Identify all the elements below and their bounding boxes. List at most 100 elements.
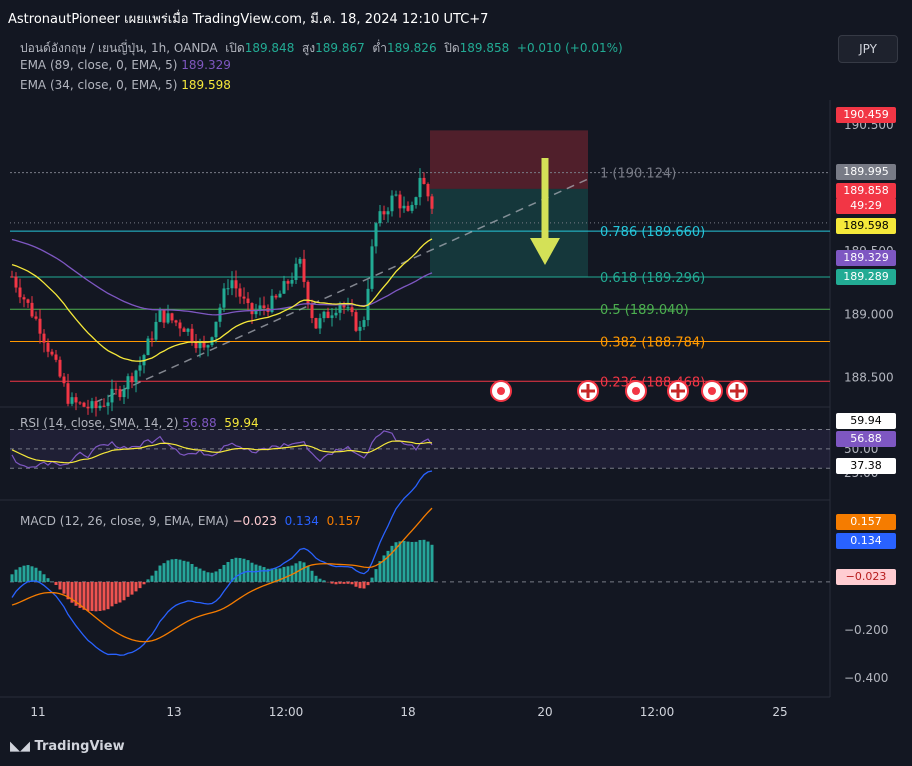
fib-label: 0.382 (188.784) bbox=[600, 335, 705, 350]
price-badge: 190.459 bbox=[836, 107, 896, 123]
macd-hist-bar bbox=[30, 566, 34, 582]
price-tick: 188.500 bbox=[844, 370, 894, 384]
macd-legend: MACD (12, 26, close, 9, EMA, EMA) −0.023… bbox=[20, 514, 361, 528]
macd-hist-bar bbox=[254, 564, 258, 582]
candle-body bbox=[382, 211, 386, 215]
macd-hist-bar bbox=[318, 578, 322, 582]
time-tick: 12:00 bbox=[269, 705, 304, 719]
candle-body bbox=[70, 397, 74, 404]
time-tick: 18 bbox=[400, 705, 415, 719]
candle-body bbox=[86, 406, 90, 409]
candle-body bbox=[406, 205, 410, 211]
candle-body bbox=[294, 263, 298, 280]
candle-body bbox=[170, 313, 174, 321]
macd-hist-bar bbox=[146, 579, 150, 582]
candle-body bbox=[278, 293, 282, 298]
macd-hist-bar bbox=[114, 581, 118, 604]
macd-hist-bar bbox=[182, 560, 186, 582]
macd-hist-bar bbox=[430, 544, 434, 582]
tradingview-logo: ◣◢ TradingView bbox=[10, 739, 125, 754]
candle-body bbox=[242, 296, 246, 299]
macd-hist-bar bbox=[62, 581, 66, 594]
macd-hist-value: −0.023 bbox=[232, 514, 277, 528]
macd-signal-value: 0.157 bbox=[326, 514, 361, 528]
macd-hist-bar bbox=[162, 563, 166, 582]
candle-body bbox=[82, 402, 86, 407]
macd-hist-bar bbox=[58, 581, 62, 590]
candle-body bbox=[78, 402, 82, 404]
candle-body bbox=[222, 288, 226, 308]
macd-hist-bar bbox=[14, 569, 18, 582]
candle-body bbox=[386, 211, 390, 215]
chart-canvas[interactable]: 1 (190.124) 0.786 (189.660) 0.618 (189.296… bbox=[0, 0, 912, 766]
macd-hist-bar bbox=[198, 568, 202, 582]
macd-hist-bar bbox=[118, 581, 122, 603]
macd-hist-bar bbox=[338, 581, 342, 584]
fib-label: 1 (190.124) bbox=[600, 167, 676, 182]
candle-body bbox=[226, 288, 230, 290]
candle-body bbox=[94, 401, 98, 409]
macd-hist-bar bbox=[334, 581, 338, 585]
candle-body bbox=[90, 401, 94, 409]
macd-hist-bar bbox=[362, 581, 366, 589]
candle-body bbox=[42, 333, 46, 343]
macd-hist-bar bbox=[202, 570, 206, 582]
candle-body bbox=[178, 322, 182, 329]
macd-hist-bar bbox=[142, 581, 146, 585]
macd-hist-bar bbox=[106, 581, 110, 610]
candle-body bbox=[206, 345, 210, 348]
macd-hist-bar bbox=[122, 581, 126, 601]
candle-body bbox=[182, 328, 186, 332]
macd-hist-bar bbox=[322, 580, 326, 582]
jp-flag-icon bbox=[632, 387, 640, 395]
macd-hist-bar bbox=[186, 561, 190, 582]
fib-label: 0.618 (189.296) bbox=[600, 271, 705, 286]
macd-hist-bar bbox=[46, 578, 50, 582]
candle-body bbox=[214, 321, 218, 338]
macd-hist-bar bbox=[282, 566, 286, 582]
macd-hist-bar bbox=[130, 581, 134, 595]
candle-body bbox=[174, 320, 178, 323]
target-zone bbox=[430, 188, 588, 277]
candle-body bbox=[330, 315, 334, 318]
macd-tick: −0.200 bbox=[844, 623, 888, 637]
candle-body bbox=[106, 402, 110, 406]
macd-hist-bar bbox=[18, 567, 22, 582]
candle-body bbox=[150, 338, 154, 340]
macd-hist-bar bbox=[398, 541, 402, 582]
candle-body bbox=[346, 307, 350, 309]
macd-hist-bar bbox=[138, 581, 142, 589]
candle-body bbox=[162, 309, 166, 323]
macd-hist-bar bbox=[422, 539, 426, 582]
candle-body bbox=[54, 354, 58, 360]
rsi-value: 59.94 bbox=[224, 416, 259, 430]
candle-body bbox=[394, 194, 398, 196]
candle-body bbox=[426, 183, 430, 197]
macd-value: 0.134 bbox=[284, 514, 319, 528]
macd-hist-bar bbox=[342, 581, 346, 584]
price-badge: 189.329 bbox=[836, 250, 896, 266]
rsi-badge: 59.94 bbox=[836, 413, 896, 429]
candle-body bbox=[154, 321, 158, 340]
macd-hist-bar bbox=[358, 581, 362, 589]
stop-zone bbox=[430, 130, 588, 189]
candle-body bbox=[350, 307, 354, 313]
jp-flag-icon bbox=[708, 387, 716, 395]
macd-hist-bar bbox=[258, 565, 262, 582]
macd-hist-bar bbox=[86, 581, 90, 612]
candle-body bbox=[402, 205, 406, 209]
candle-body bbox=[246, 298, 250, 304]
candle-body bbox=[14, 276, 18, 288]
candle-body bbox=[422, 177, 426, 184]
macd-hist-bar bbox=[42, 574, 46, 582]
rsi-label: RSI (14, close, SMA, 14, 2) bbox=[20, 416, 179, 430]
macd-hist-bar bbox=[410, 541, 414, 582]
candle-body bbox=[250, 303, 254, 315]
macd-hist-bar bbox=[166, 560, 170, 582]
macd-hist-bar bbox=[98, 581, 102, 611]
macd-hist-bar bbox=[306, 566, 310, 582]
time-tick: 12:00 bbox=[640, 705, 675, 719]
candle-body bbox=[166, 313, 170, 323]
macd-hist-bar bbox=[374, 569, 378, 582]
candle-body bbox=[302, 258, 306, 282]
